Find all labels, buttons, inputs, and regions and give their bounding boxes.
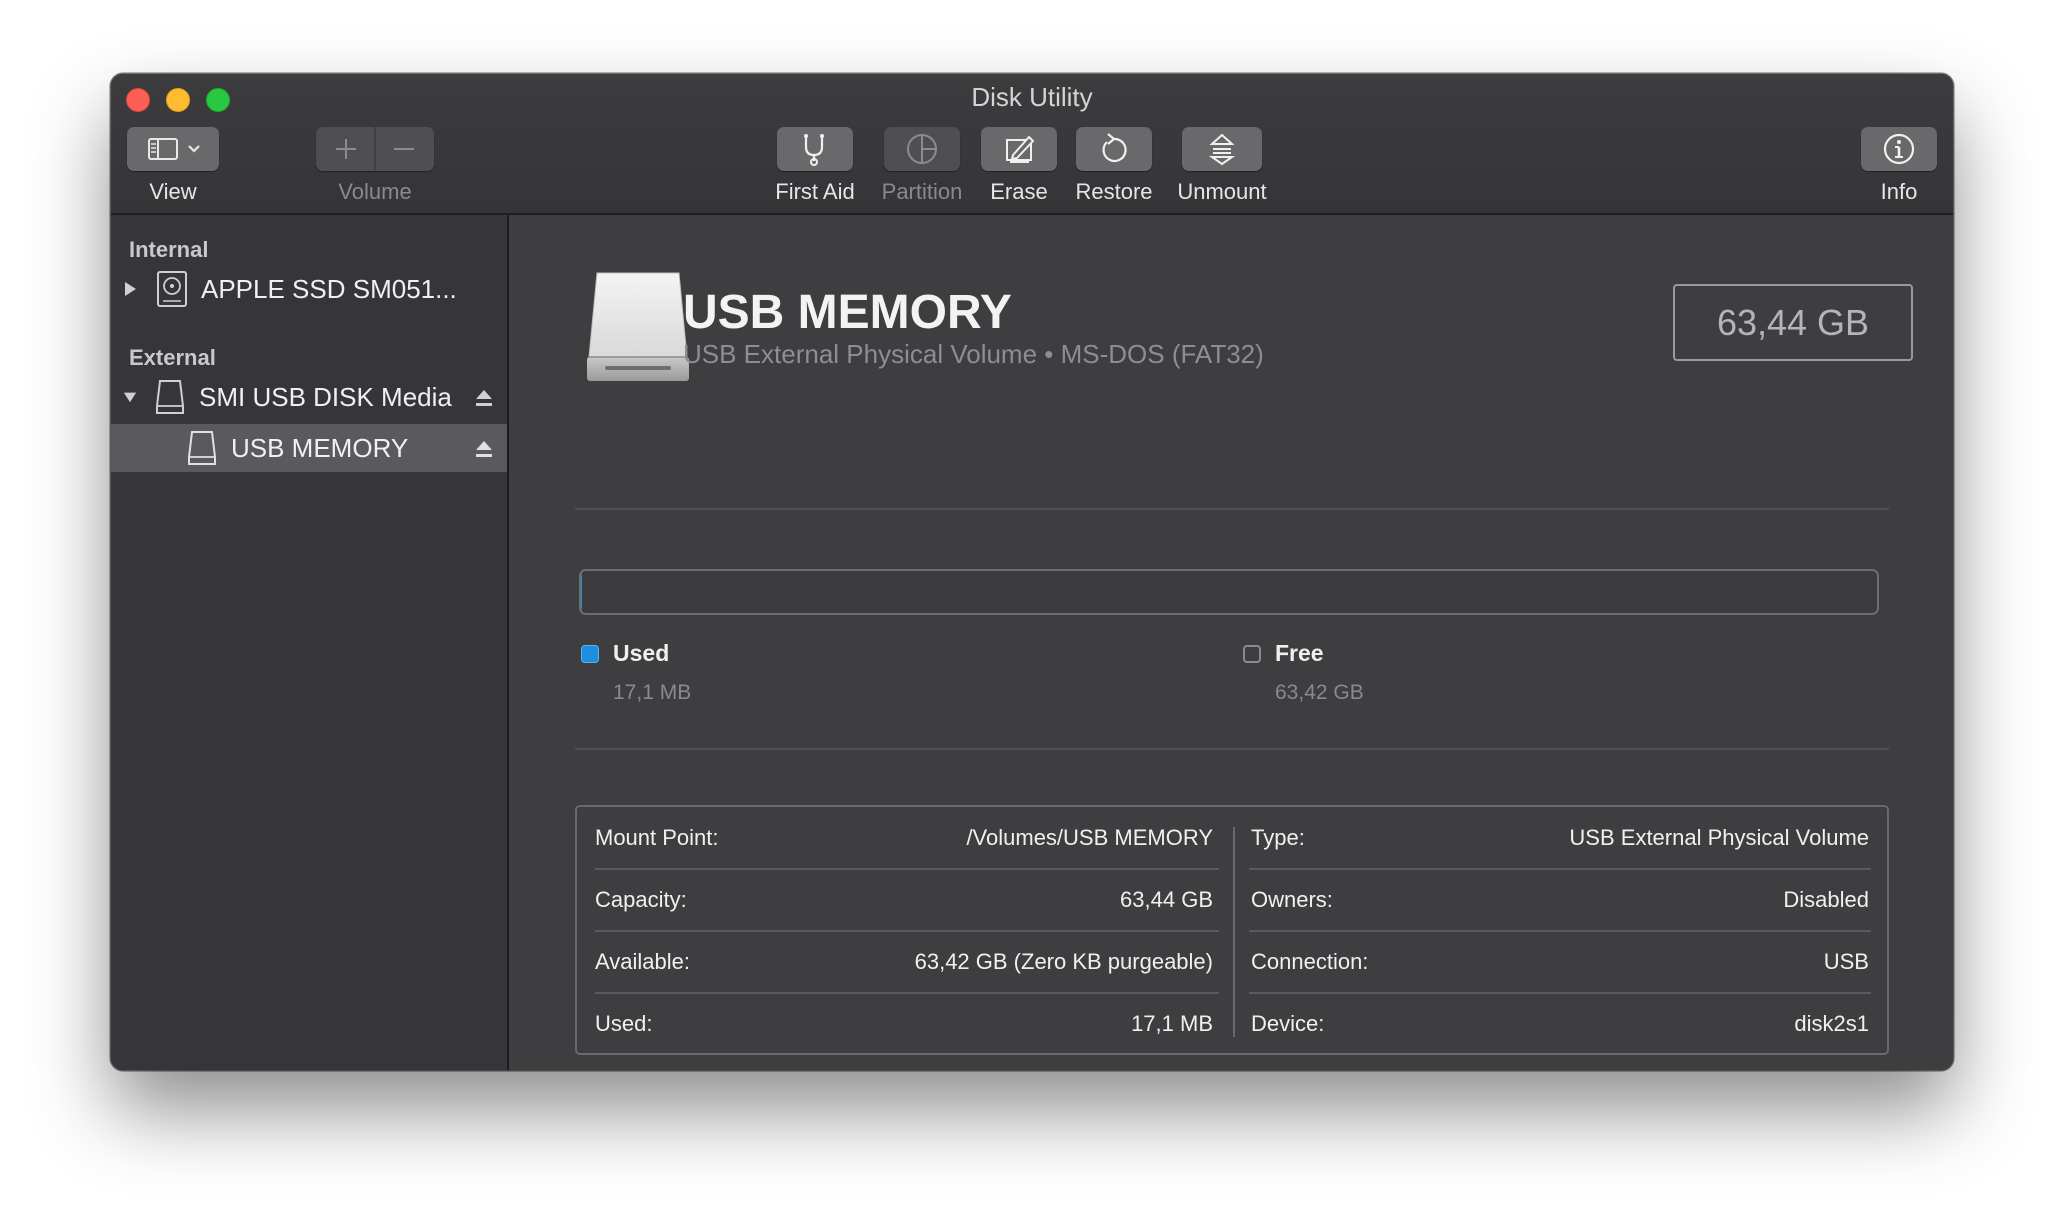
info-value-capacity: 63,44 GB xyxy=(1120,887,1213,912)
used-legend-label: Used xyxy=(613,640,670,666)
view-label: View xyxy=(149,179,197,204)
disk-utility-window: Disk Utility View Volume First Aid Parti… xyxy=(111,74,1953,1070)
unmount-icon xyxy=(1208,133,1236,166)
erase-button[interactable] xyxy=(981,127,1057,171)
capacity-badge: 63,44 GB xyxy=(1673,284,1913,361)
erase-label: Erase xyxy=(990,179,1048,204)
stethoscope-icon xyxy=(804,134,824,166)
restore-button[interactable] xyxy=(1076,127,1152,171)
first-aid-button[interactable] xyxy=(777,127,853,171)
info-label-connection: Connection: xyxy=(1251,949,1369,974)
sidebar-header-internal: Internal xyxy=(129,237,209,262)
row-divider xyxy=(595,992,1219,994)
sidebar-item-label: SMI USB DISK Media xyxy=(199,381,452,412)
external-disk-icon xyxy=(153,378,187,416)
info-label-capacity: Capacity: xyxy=(595,887,687,912)
free-legend-swatch xyxy=(1243,645,1261,663)
free-legend-value: 63,42 GB xyxy=(1275,681,1364,704)
info-label-device: Device: xyxy=(1251,1011,1325,1036)
info-value-type: USB External Physical Volume xyxy=(1569,825,1869,850)
info-label: Info xyxy=(1880,179,1918,204)
divider xyxy=(575,748,1889,750)
erase-icon xyxy=(1006,135,1035,163)
row-divider xyxy=(1249,868,1871,870)
first-aid-label: First Aid xyxy=(775,179,855,204)
segment-divider xyxy=(374,127,376,171)
row-divider xyxy=(595,868,1219,870)
info-button[interactable] xyxy=(1861,127,1937,171)
row-divider xyxy=(595,930,1219,932)
partition-icon xyxy=(907,134,937,164)
sidebar-item-usb-memory[interactable]: USB MEMORY xyxy=(111,424,507,472)
info-value-used: 17,1 MB xyxy=(1131,1011,1213,1036)
sidebar-item-apple-ssd[interactable]: APPLE SSD SM051... xyxy=(111,265,507,313)
sidebar: Internal APPLE SSD SM051... External SMI… xyxy=(111,215,509,1070)
detail-pane: USB MEMORY USB External Physical Volume … xyxy=(511,215,1953,1070)
volume-title: USB MEMORY xyxy=(683,286,1012,339)
volume-label: Volume xyxy=(338,179,412,204)
info-value-available: 63,42 GB (Zero KB purgeable) xyxy=(914,949,1213,974)
unmount-label: Unmount xyxy=(1177,179,1267,204)
remove-volume-icon xyxy=(394,148,414,150)
info-label-used: Used: xyxy=(595,1011,653,1036)
restore-label: Restore xyxy=(1075,179,1153,204)
sidebar-item-smi-usb-disk[interactable]: SMI USB DISK Media xyxy=(111,373,507,421)
usage-bar xyxy=(579,569,1879,615)
partition-label: Partition xyxy=(881,179,963,204)
info-value-device: disk2s1 xyxy=(1794,1011,1869,1036)
info-icon xyxy=(1883,133,1915,165)
free-legend-label: Free xyxy=(1275,640,1324,666)
sidebar-item-label: USB MEMORY xyxy=(231,432,409,463)
eject-icon[interactable] xyxy=(475,385,493,416)
info-label-available: Available: xyxy=(595,949,690,974)
used-legend-value: 17,1 MB xyxy=(613,681,692,704)
add-volume-icon xyxy=(336,139,356,159)
info-label-mount-point: Mount Point: xyxy=(595,825,719,850)
internal-disk-icon xyxy=(155,270,189,308)
toolbar: Disk Utility View Volume First Aid Parti… xyxy=(111,74,1953,215)
window-title: Disk Utility xyxy=(971,82,1093,112)
column-divider xyxy=(1233,827,1235,1037)
info-value-owners: Disabled xyxy=(1783,887,1869,912)
volume-info-table: Mount Point: /Volumes/USB MEMORY Capacit… xyxy=(575,805,1889,1055)
disclosure-collapsed-icon[interactable] xyxy=(123,282,137,296)
info-label-type: Type: xyxy=(1251,825,1305,850)
volume-subtitle: USB External Physical Volume • MS-DOS (F… xyxy=(683,339,1264,369)
info-label-owners: Owners: xyxy=(1251,887,1333,912)
used-legend-swatch xyxy=(581,645,599,663)
volume-icon xyxy=(185,429,219,467)
restore-icon xyxy=(1102,133,1127,163)
usb-drive-icon xyxy=(585,269,691,392)
unmount-button[interactable] xyxy=(1182,127,1262,171)
divider xyxy=(575,508,1889,510)
info-value-connection: USB xyxy=(1823,949,1869,974)
view-button[interactable] xyxy=(127,127,219,171)
sidebar-item-label: APPLE SSD SM051... xyxy=(201,273,457,304)
sidebar-header-external: External xyxy=(129,345,216,370)
row-divider xyxy=(1249,930,1871,932)
partition-button[interactable] xyxy=(884,127,960,171)
disclosure-expanded-icon[interactable] xyxy=(123,390,137,404)
info-value-mount-point: /Volumes/USB MEMORY xyxy=(966,825,1213,850)
eject-icon[interactable] xyxy=(475,436,493,467)
sidebar-toggle-icon xyxy=(148,138,200,160)
row-divider xyxy=(1249,992,1871,994)
